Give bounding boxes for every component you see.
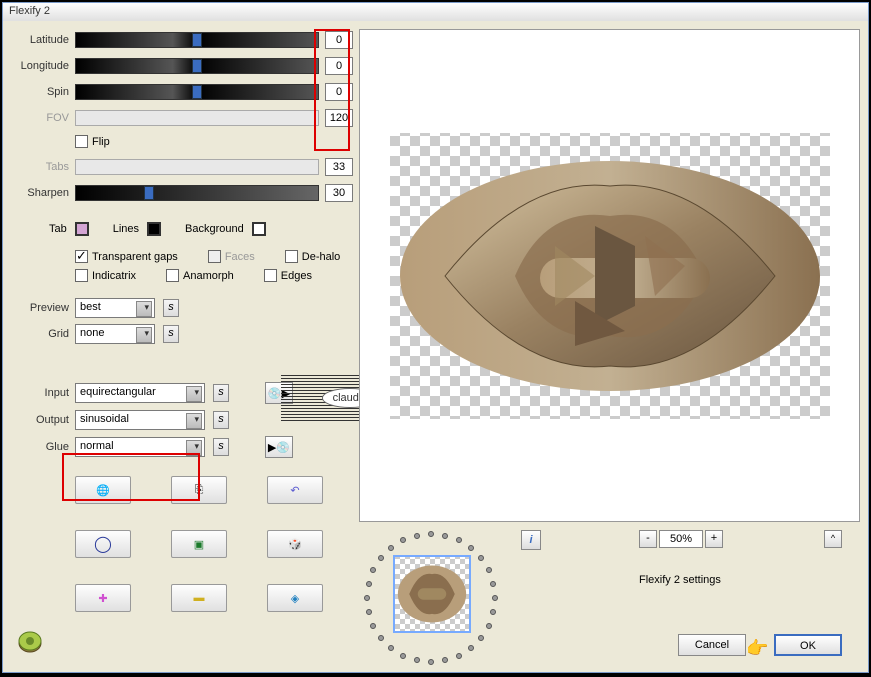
tab-color-label: Tab (49, 223, 67, 235)
bg-color-label: Background (185, 223, 244, 235)
thumbnail-ring (363, 530, 499, 666)
zoom-out-button[interactable]: - (639, 530, 657, 548)
spin-input[interactable] (325, 83, 353, 101)
fov-label: FOV (9, 112, 69, 124)
ok-button[interactable]: 👉 OK (774, 634, 842, 656)
lines-color-label: Lines (113, 223, 139, 235)
latitude-slider[interactable] (75, 32, 319, 48)
bg-color-swatch[interactable] (252, 222, 266, 236)
preview-select[interactable]: best (75, 298, 155, 318)
output-select[interactable]: sinusoidal (75, 410, 205, 430)
copy-icon: ⎘ (195, 484, 204, 497)
glue-label: Glue (9, 441, 69, 453)
tool-globe[interactable]: 🌐 (75, 476, 131, 504)
zoom-display: 50% (659, 530, 703, 548)
window-title: Flexify 2 (9, 5, 50, 17)
cancel-button[interactable]: Cancel (678, 634, 746, 656)
input-label: Input (9, 387, 69, 399)
flip-check[interactable]: Flip (75, 135, 110, 148)
output-label: Output (9, 414, 69, 426)
latitude-label: Latitude (9, 34, 69, 46)
sharpen-input[interactable] (325, 184, 353, 202)
spin-slider[interactable] (75, 84, 319, 100)
input-s-btn[interactable]: s (213, 384, 229, 402)
play-glue-btn[interactable]: ▶💿 (265, 436, 293, 458)
longitude-label: Longitude (9, 60, 69, 72)
globe-icon: 🌐 (96, 484, 110, 497)
zoom-in-button[interactable]: + (705, 530, 723, 548)
sharpen-label: Sharpen (9, 187, 69, 199)
settings-label: Flexify 2 settings (639, 574, 721, 586)
pointer-icon: 👉 (746, 638, 768, 658)
transparent-gaps-check[interactable]: Transparent gaps (75, 250, 178, 263)
faces-check: Faces (208, 250, 255, 263)
tool-undo[interactable]: ↶ (267, 476, 323, 504)
indicatrix-check[interactable]: Indicatrix (75, 269, 136, 282)
grid-s-btn[interactable]: s (163, 325, 179, 343)
tool-copy[interactable]: ⎘ (171, 476, 227, 504)
preview-panel (359, 29, 860, 522)
grid-select[interactable]: none (75, 324, 155, 344)
tabs-input[interactable] (325, 158, 353, 176)
play-disc-icon: ▶💿 (268, 441, 290, 454)
collapse-button[interactable]: ^ (824, 530, 842, 548)
longitude-slider[interactable] (75, 58, 319, 74)
undo-icon: ↶ (290, 484, 299, 497)
output-s-btn[interactable]: s (213, 411, 229, 429)
tabs-slider (75, 159, 319, 175)
preview-s-btn[interactable]: s (163, 299, 179, 317)
anamorph-check[interactable]: Anamorph (166, 269, 234, 282)
preview-label: Preview (9, 302, 69, 314)
sharpen-slider[interactable] (75, 185, 319, 201)
fov-slider (75, 110, 319, 126)
tape-icon[interactable] (17, 628, 43, 654)
info-button[interactable]: i (521, 530, 541, 550)
thumbnail-preview[interactable] (393, 555, 471, 633)
glue-select[interactable]: normal (75, 437, 205, 457)
tabs-label: Tabs (9, 161, 69, 173)
tab-color-swatch[interactable] (75, 222, 89, 236)
lines-color-swatch[interactable] (147, 222, 161, 236)
longitude-input[interactable] (325, 57, 353, 75)
grid-label: Grid (9, 328, 69, 340)
preview-shape (395, 146, 825, 406)
preview-canvas[interactable] (390, 133, 830, 419)
fov-input[interactable] (325, 109, 353, 127)
glue-s-btn[interactable]: s (213, 438, 229, 456)
window-titlebar[interactable]: Flexify 2 (3, 3, 868, 21)
edges-check[interactable]: Edges (264, 269, 312, 282)
spin-label: Spin (9, 86, 69, 98)
input-select[interactable]: equirectangular (75, 383, 205, 403)
latitude-input[interactable] (325, 31, 353, 49)
dehalo-check[interactable]: De-halo (285, 250, 341, 263)
